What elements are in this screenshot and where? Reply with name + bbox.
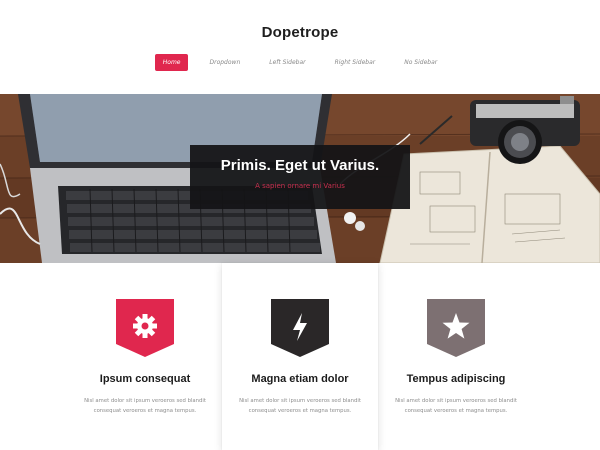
hero-title: Primis. Eget ut Varius.	[220, 157, 380, 174]
feature-description: Nisl amet dolor sit ipsum veroeros sed b…	[239, 398, 361, 414]
nav-item-no-sidebar[interactable]: No Sidebar	[396, 54, 445, 71]
feature-card: Ipsum consequat Nisl amet dolor sit ipsu…	[67, 263, 223, 450]
feature-card: Magna etiam dolor Nisl amet dolor sit ip…	[222, 263, 378, 450]
nav-item-left-sidebar[interactable]: Left Sidebar	[261, 54, 313, 71]
nav-item-dropdown[interactable]: Dropdown	[201, 54, 248, 71]
main-nav: Home Dropdown Left Sidebar Right Sidebar…	[0, 54, 600, 71]
feature-card: Tempus adipiscing Nisl amet dolor sit ip…	[378, 263, 534, 450]
nav-item-right-sidebar[interactable]: Right Sidebar	[327, 54, 384, 71]
nav-item-home[interactable]: Home	[154, 54, 189, 71]
hero-subtitle: A sapien ornare mi Varius	[255, 182, 345, 190]
feature-title: Ipsum consequat	[99, 373, 191, 385]
features-section: Ipsum consequat Nisl amet dolor sit ipsu…	[0, 263, 600, 450]
gear-icon	[116, 299, 174, 357]
site-title[interactable]: Dopetrope	[0, 24, 600, 41]
feature-title: Magna etiam dolor	[251, 373, 349, 385]
feature-title: Tempus adipiscing	[406, 373, 506, 385]
bolt-icon	[271, 299, 329, 357]
feature-description: Nisl amet dolor sit ipsum veroeros sed b…	[84, 398, 206, 414]
feature-description: Nisl amet dolor sit ipsum veroeros sed b…	[395, 398, 517, 414]
star-icon	[427, 299, 485, 357]
site-header: Dopetrope Home Dropdown Left Sidebar Rig…	[0, 0, 600, 94]
hero-caption-box: Primis. Eget ut Varius. A sapien ornare …	[190, 145, 410, 209]
hero-banner: Primis. Eget ut Varius. A sapien ornare …	[0, 94, 600, 263]
